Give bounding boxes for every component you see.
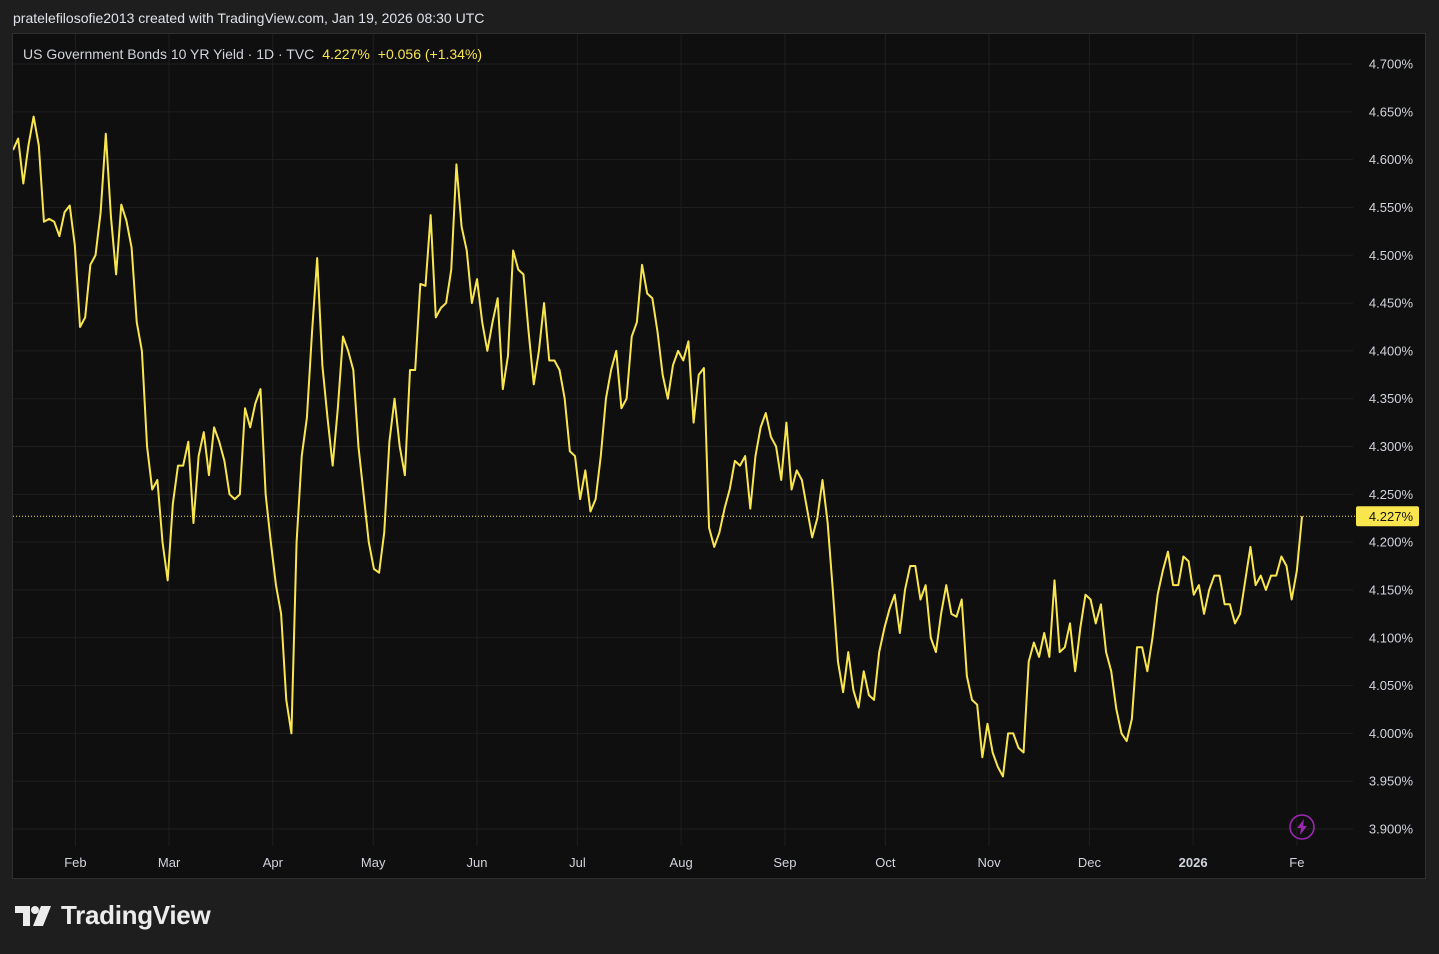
y-axis[interactable]: 4.700% 4.650% 4.600% 4.550% 4.500% 4.450% 4.40… — [1369, 57, 1414, 837]
x-axis[interactable]: Feb Mar Apr May Jun Jul Aug Sep Oct Nov Dec 2026 Fe — [64, 855, 1304, 870]
x-tick-label: 2026 — [1179, 855, 1208, 870]
y-tick-label: 4.100% — [1369, 630, 1414, 645]
grid-lines — [13, 34, 1353, 846]
y-tick-label: 4.500% — [1369, 248, 1414, 263]
x-tick-label: Nov — [977, 855, 1001, 870]
x-tick-label: Fe — [1289, 855, 1304, 870]
y-tick-label: 4.300% — [1369, 439, 1414, 454]
chart-legend: US Government Bonds 10 YR Yield · 1D · T… — [23, 46, 482, 62]
y-tick-label: 3.950% — [1369, 774, 1414, 789]
y-tick-label: 4.250% — [1369, 487, 1414, 502]
last-value: 4.227% — [322, 46, 370, 62]
chart-pane[interactable]: Feb Mar Apr May Jun Jul Aug Sep Oct Nov Dec 2026 Fe … — [12, 33, 1426, 879]
x-tick-label: Apr — [263, 855, 284, 870]
y-tick-label: 4.000% — [1369, 726, 1414, 741]
x-tick-label: Sep — [773, 855, 796, 870]
change-value: +0.056 (+1.34%) — [377, 46, 483, 62]
y-tick-label: 4.700% — [1369, 57, 1414, 72]
tradingview-brand-text: TradingView — [61, 900, 211, 930]
y-tick-label: 3.900% — [1369, 822, 1414, 837]
x-tick-label: Jul — [569, 855, 586, 870]
x-tick-label: Dec — [1078, 855, 1102, 870]
x-tick-label: Feb — [64, 855, 86, 870]
x-tick-label: Oct — [875, 855, 896, 870]
last-price-tag: 4.227% — [1356, 506, 1419, 527]
lightning-indicator-icon[interactable] — [1289, 814, 1315, 840]
y-tick-label: 4.150% — [1369, 582, 1414, 597]
x-tick-label: Mar — [158, 855, 181, 870]
chart-attribution: pratelefilosofie2013 created with Tradin… — [13, 10, 485, 26]
x-tick-label: Jun — [467, 855, 488, 870]
y-tick-label: 4.450% — [1369, 296, 1414, 311]
last-price-tag-text: 4.227% — [1369, 509, 1414, 524]
tradingview-logo-icon — [15, 905, 51, 926]
y-tick-label: 4.400% — [1369, 343, 1414, 358]
line-chart[interactable]: Feb Mar Apr May Jun Jul Aug Sep Oct Nov Dec 2026 Fe … — [13, 34, 1425, 878]
y-tick-label: 4.650% — [1369, 104, 1414, 119]
y-tick-label: 4.200% — [1369, 535, 1414, 550]
y-tick-label: 4.350% — [1369, 391, 1414, 406]
tradingview-logo[interactable]: TradingView — [15, 900, 211, 931]
x-tick-label: Aug — [670, 855, 693, 870]
y-tick-label: 4.050% — [1369, 678, 1414, 693]
y-tick-label: 4.600% — [1369, 152, 1414, 167]
x-tick-label: May — [361, 855, 386, 870]
symbol-description: US Government Bonds 10 YR Yield · 1D · T… — [23, 46, 315, 62]
y-tick-label: 4.550% — [1369, 200, 1414, 215]
